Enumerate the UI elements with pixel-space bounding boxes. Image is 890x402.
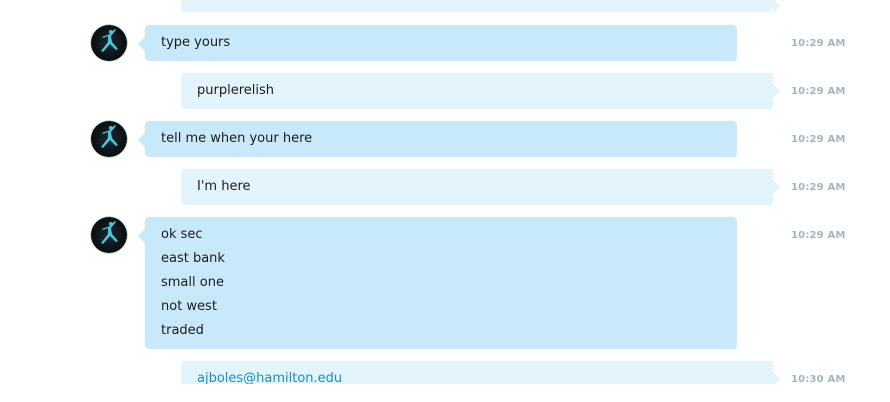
jumpman-logo-icon xyxy=(101,125,118,148)
avatar[interactable] xyxy=(91,217,127,253)
message-timestamp: 10:29 AM xyxy=(791,134,846,145)
message-timestamp: 10:29 AM xyxy=(791,182,846,193)
chat-transcript: type yours 10:29 AM purplerelish 10:29 A… xyxy=(0,0,890,384)
message-text: type yours xyxy=(161,35,231,50)
message-timestamp: 10:29 AM xyxy=(791,86,846,97)
jumpman-logo-icon xyxy=(101,29,118,52)
message-timestamp: 10:29 AM xyxy=(791,230,846,241)
message-text: I'm here xyxy=(197,179,251,194)
avatar[interactable] xyxy=(91,25,127,61)
message-text: small one xyxy=(161,275,224,290)
message-text: tell me when your here xyxy=(161,131,313,146)
message-timestamp: 10:30 AM xyxy=(791,374,846,384)
message-bubble: I'm here xyxy=(181,169,780,205)
message-bubble-previous xyxy=(181,0,780,13)
message-timestamp: 10:29 AM xyxy=(791,38,846,49)
message-text: ok sec xyxy=(161,227,203,242)
jumpman-logo-icon xyxy=(101,221,118,244)
message-bubble: ok sec east bank small one not west trad… xyxy=(138,217,737,349)
email-link[interactable]: ajboles@hamilton.edu xyxy=(197,367,757,384)
message-bubble: ajboles@hamilton.edu xyxy=(181,361,780,384)
message-bubble: purplerelish xyxy=(181,73,780,109)
message-bubble: tell me when your here xyxy=(138,121,737,157)
message-text: not west xyxy=(161,299,217,314)
message-text: purplerelish xyxy=(197,83,274,98)
avatar[interactable] xyxy=(91,121,127,157)
message-text: traded xyxy=(161,323,204,338)
message-bubble: type yours xyxy=(138,25,737,61)
message-text: east bank xyxy=(161,251,225,266)
